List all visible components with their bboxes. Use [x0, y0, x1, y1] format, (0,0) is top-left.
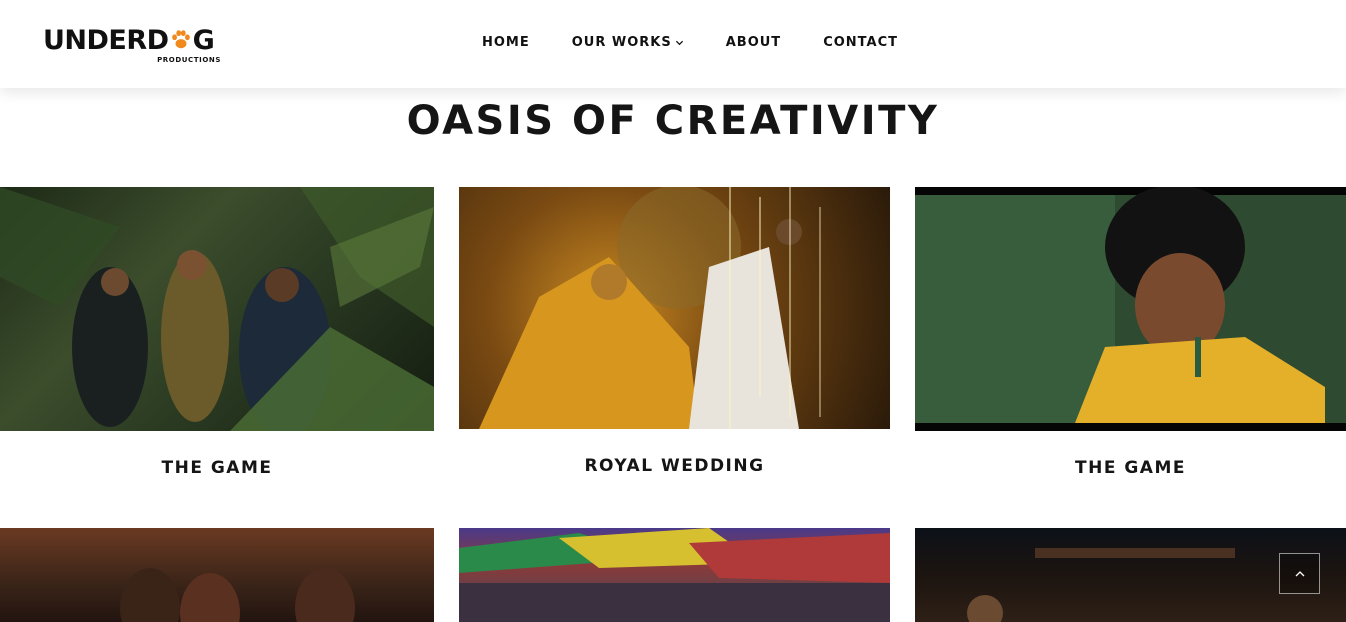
work-thumbnail[interactable]	[0, 187, 434, 431]
jungle-scene-image	[0, 187, 434, 431]
woman-rain-image	[915, 187, 1346, 423]
chevron-up-icon	[1295, 570, 1304, 576]
logo-tagline: PRODUCTIONS	[157, 56, 221, 64]
section-title: OASIS OF CREATIVITY	[406, 98, 940, 144]
market-scene-image	[459, 528, 890, 622]
main-nav: HOME OUR WORKS ABOUT CONTACT	[482, 33, 898, 51]
chevron-down-icon	[675, 40, 683, 45]
nav-our-works[interactable]: OUR WORKS	[572, 33, 684, 51]
crowd-scene-image	[120, 568, 355, 622]
work-thumbnail-5[interactable]	[459, 528, 890, 622]
paw-icon	[171, 30, 190, 49]
wedding-scene-image	[479, 187, 821, 429]
underdog-logo[interactable]: UNDERD G PRODUCTIONS	[43, 22, 223, 68]
nav-our-works-label: OUR WORKS	[571, 34, 672, 50]
work-thumbnail[interactable]	[459, 187, 890, 429]
back-to-top-button[interactable]	[1279, 553, 1320, 594]
work-thumbnail-4[interactable]	[0, 528, 434, 622]
work-title[interactable]: THE GAME	[915, 458, 1346, 478]
logo-text-left: UNDERD	[43, 24, 169, 56]
nav-about[interactable]: ABOUT	[726, 33, 781, 51]
nav-contact[interactable]: CONTACT	[823, 33, 898, 51]
work-thumbnail[interactable]	[915, 187, 1346, 431]
logo-wordmark: UNDERD G	[43, 24, 215, 56]
work-title[interactable]: ROYAL WEDDING	[459, 456, 890, 476]
logo-text-right: G	[192, 24, 215, 56]
nav-home[interactable]: HOME	[482, 33, 530, 51]
site-header: UNDERD G PRODUCTIONS HOME OUR WORKS ABOU…	[0, 0, 1346, 88]
work-title[interactable]: THE GAME	[0, 458, 434, 478]
